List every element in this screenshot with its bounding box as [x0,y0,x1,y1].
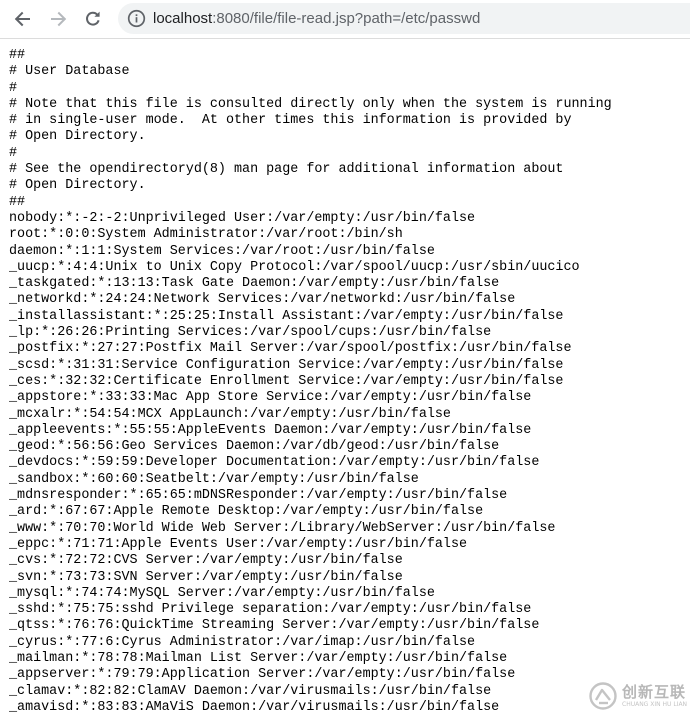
watermark-english-text: CHUANG XIN HU LIAN [622,700,688,708]
file-line: _clamav:*:82:82:ClamAV Daemon:/var/virus… [9,683,492,699]
file-line: _devdocs:*:59:59:Developer Documentation… [9,455,540,471]
file-line: _mailman:*:78:78:Mailman List Server:/va… [9,650,508,666]
file-line: _amavisd:*:83:83:AMaViS Daemon:/var/viru… [9,699,500,715]
file-line: _sshd:*:75:75:sshd Privilege separation:… [9,602,532,618]
file-line: _cvs:*:72:72:CVS Server:/var/empty:/usr/… [9,553,403,569]
file-line: nobody:*:-2:-2:Unprivileged User:/var/em… [9,210,476,226]
file-line: ## [9,48,26,63]
reload-button[interactable] [80,6,106,32]
file-line: # in single-user mode. At other times th… [9,113,572,129]
file-line: _sandbox:*:60:60:Seatbelt:/var/empty:/us… [9,471,419,487]
file-line: _appserver:*:79:79:Application Server:/v… [9,667,516,683]
file-line: _qtss:*:76:76:QuickTime Streaming Server… [9,618,540,634]
file-line: _eppc:*:71:71:Apple Events User:/var/emp… [9,536,468,552]
forward-button[interactable] [46,6,72,32]
file-line: _uucp:*:4:4:Unix to Unix Copy Protocol:/… [9,259,580,275]
file-line: # Open Directory. [9,178,146,194]
file-line: # Open Directory. [9,129,146,145]
file-line: _networkd:*:24:24:Network Services:/var/… [9,292,516,308]
file-line: _appstore:*:33:33:Mac App Store Service:… [9,390,532,406]
file-line: _mysql:*:74:74:MySQL Server:/var/empty:/… [9,585,435,601]
file-line: _appleevents:*:55:55:AppleEvents Daemon:… [9,422,532,438]
watermark-chinese-text: 创新互联 [622,682,687,701]
watermark: 创新互联 CHUANG XIN HU LIAN [588,676,690,716]
arrow-right-icon [51,11,67,27]
file-line: _svn:*:73:73:SVN Server:/var/empty:/usr/… [9,569,403,585]
file-line: _postfix:*:27:27:Postfix Mail Server:/va… [9,341,572,357]
file-line: _cyrus:*:77:6:Cyrus Administrator:/var/i… [9,634,476,650]
file-line: daemon:*:1:1:System Services:/var/root:/… [9,243,435,259]
file-line: # Note that this file is consulted direc… [9,96,612,112]
file-line: _ard:*:67:67:Apple Remote Desktop:/var/e… [9,504,484,520]
browser-toolbar: localhost:8080/file/file-read.jsp?path=/… [0,0,690,39]
file-line: _installassistant:*:25:25:Install Assist… [9,308,564,324]
file-line: _lp:*:26:26:Printing Services:/var/spool… [9,325,492,341]
url-path: :8080/file/file-read.jsp?path=/etc/passw… [212,10,481,27]
file-line: # User Database [9,64,130,80]
url-host: localhost [153,10,213,27]
arrow-left-icon [14,11,30,27]
file-line: _scsd:*:31:31:Service Configuration Serv… [9,357,564,373]
file-line: _www:*:70:70:World Wide Web Server:/Libr… [9,520,556,536]
back-button[interactable] [9,6,35,32]
file-line: # See the opendirectoryd(8) man page for… [9,162,564,178]
file-line: _taskgated:*:13:13:Task Gate Daemon:/var… [9,276,500,292]
file-contents: ## # User Database # # Note that this file … [9,48,684,716]
info-circle-icon[interactable] [127,9,146,28]
file-line: _mdnsresponder:*:65:65:mDNSResponder:/va… [9,488,508,504]
file-line: root:*:0:0:System Administrator:/var/roo… [9,227,403,243]
file-line: ## [9,194,26,210]
file-line: _geod:*:56:56:Geo Services Daemon:/var/d… [9,439,500,455]
url-text[interactable]: localhost:8080/file/file-read.jsp?path=/… [153,9,480,28]
file-line: # [9,80,18,96]
file-line: # [9,145,18,161]
page-content: ## # User Database # # Note that this file … [9,48,684,716]
chuangxin-logo-icon [589,682,617,710]
file-line: _ces:*:32:32:Certificate Enrollment Serv… [9,373,564,389]
address-bar[interactable]: localhost:8080/file/file-read.jsp?path=/… [118,3,690,34]
reload-icon [86,11,100,26]
file-line: _mcxalr:*:54:54:MCX AppLaunch:/var/empty… [9,406,451,422]
